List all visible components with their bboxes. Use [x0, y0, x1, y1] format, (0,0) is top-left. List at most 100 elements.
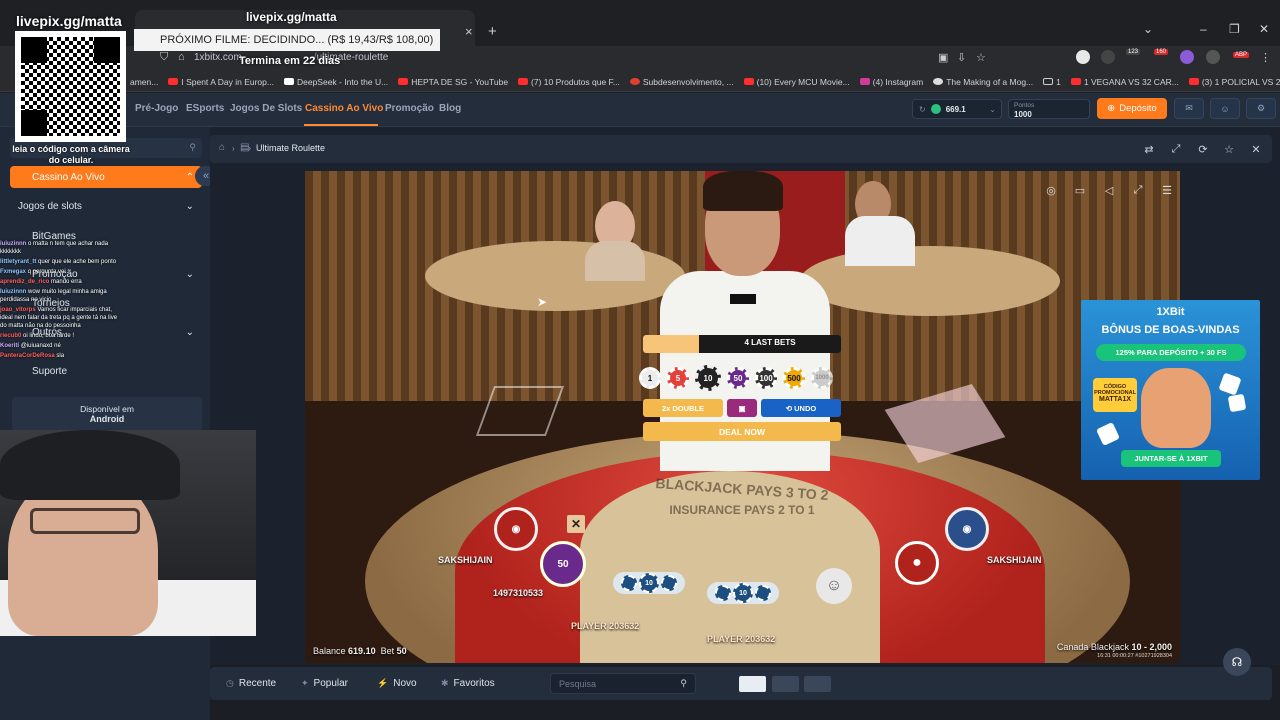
chat-message: PanteraCorDeRosa sla: [0, 353, 65, 359]
fullscreen-icon[interactable]: ⤢: [1129, 181, 1147, 199]
tab-search-icon[interactable]: ⌄: [1143, 22, 1153, 36]
nav-pre-jogo[interactable]: Pré-Jogo: [135, 103, 178, 114]
messages-icon[interactable]: ✉: [1174, 98, 1204, 119]
player-avatar-icon[interactable]: ●: [895, 541, 939, 585]
bookmark[interactable]: DeepSeek - Into the U...: [283, 77, 388, 87]
deal-now-button[interactable]: DEAL NOW: [643, 422, 841, 441]
tab-novo[interactable]: ⚡ Novo: [377, 678, 417, 689]
refresh-icon[interactable]: ↻: [919, 105, 926, 114]
favorite-star-icon[interactable]: ☆: [1220, 140, 1238, 158]
nav-cassino-ao-vivo[interactable]: Cassino Ao Vivo: [305, 103, 383, 114]
nav-active-underline: [304, 124, 378, 126]
empty-seat-icon[interactable]: ☺: [816, 568, 852, 604]
extension-puzzle-icon[interactable]: [1101, 50, 1115, 64]
undo-button[interactable]: ⟲ UNDO: [761, 399, 841, 417]
seat-ring[interactable]: ◉: [945, 507, 989, 551]
chevron-icon: ⌃: [185, 171, 194, 183]
chip-500[interactable]: 500: [783, 367, 805, 389]
game-stream[interactable]: BLACKJACK PAYS 3 TO 2 INSURANCE PAYS 2 T…: [305, 171, 1180, 663]
nav-esports[interactable]: ESports: [186, 103, 224, 114]
view-large-icon[interactable]: [739, 676, 766, 692]
close-game-icon[interactable]: ✕: [1247, 140, 1265, 158]
tab-favoritos[interactable]: ✱ Favoritos: [441, 678, 495, 689]
chip-10[interactable]: 10: [695, 365, 721, 391]
chip-1[interactable]: 1: [639, 367, 661, 389]
bookmark[interactable]: amen...: [130, 77, 158, 87]
settings-icon[interactable]: ⚙: [1246, 98, 1276, 119]
tab-recente[interactable]: ◷ Recente: [226, 678, 276, 689]
restore-icon[interactable]: ❐: [1229, 22, 1240, 36]
clear-bets-icon[interactable]: ▣: [727, 399, 757, 417]
view-medium-icon[interactable]: [772, 676, 799, 692]
close-seat-icon[interactable]: ✕: [567, 515, 585, 533]
android-download[interactable]: Disponível em Android: [12, 397, 202, 431]
support-headset-icon[interactable]: ☊: [1223, 648, 1251, 676]
bookmark[interactable]: 1 VEGANA VS 32 CAR...: [1070, 77, 1179, 87]
bookmark[interactable]: (3) 1 POLICIAL VS 25 E...: [1188, 77, 1280, 87]
youtube-icon: [743, 78, 754, 85]
popular-icon: ✦: [301, 678, 309, 688]
sidebar-item-suporte[interactable]: Suporte: [10, 360, 202, 382]
chip-50[interactable]: 50: [727, 367, 749, 389]
chat-message: riecub0 oi lindo, boa tarde !: [0, 333, 75, 339]
user-icon[interactable]: ☺: [1210, 98, 1240, 119]
bet-actions: 2x DOUBLE ▣ ⟲ UNDO: [643, 399, 841, 417]
screen-share-icon[interactable]: ▣: [938, 51, 948, 64]
extension-badge[interactable]: 160: [1154, 49, 1169, 55]
new-tab-icon[interactable]: +: [488, 23, 497, 40]
tab-popular[interactable]: ✦ Popular: [301, 678, 348, 689]
sidebar-item-cassino-ao-vivo[interactable]: Cassino Ao Vivo ⌃: [10, 166, 202, 188]
ad-join-button[interactable]: JUNTAR-SE À 1XBIT: [1121, 450, 1221, 467]
side-dealer-left-body: [585, 241, 645, 281]
games-search-input[interactable]: Pesquisa ⚲: [550, 673, 696, 694]
promo-banner[interactable]: 1XBit BÔNUS DE BOAS-VINDAS 125% PARA DEP…: [1081, 300, 1260, 480]
extension-icon[interactable]: [1180, 50, 1194, 64]
shield-icon[interactable]: ⛉: [160, 51, 168, 64]
download-icon[interactable]: ⇩: [957, 51, 966, 64]
bookmark[interactable]: HEPTA DE SG - YouTube: [398, 77, 508, 87]
menu-icon[interactable]: ☰: [1158, 181, 1176, 199]
chat-icon[interactable]: ▭: [1071, 181, 1089, 199]
fingerprint-icon[interactable]: ◎: [1042, 181, 1060, 199]
minimize-icon[interactable]: –: [1200, 22, 1207, 36]
chip-5[interactable]: 5: [667, 367, 689, 389]
sidebar-item-jogos-de-slots[interactable]: Jogos de slots ⌄: [10, 195, 202, 217]
chip-100[interactable]: 100: [755, 367, 777, 389]
bookmark[interactable]: (10) Every MCU Movie...: [743, 77, 850, 87]
bookmark[interactable]: (7) 10 Produtos que F...: [518, 77, 620, 87]
seat-ring[interactable]: ◉: [494, 507, 538, 551]
bookmark[interactable]: I Spent A Day in Europ...: [168, 77, 274, 87]
bookmark-folder[interactable]: 1: [1043, 77, 1061, 87]
extension-icon[interactable]: [1206, 50, 1220, 64]
share-icon[interactable]: ⇄: [1140, 140, 1158, 158]
breadcrumb: [210, 135, 1272, 163]
points-selector[interactable]: Pontos 1000: [1008, 99, 1090, 119]
view-small-icon[interactable]: [804, 676, 831, 692]
fullscreen-icon[interactable]: ⤢: [1167, 140, 1185, 158]
nav-promocao[interactable]: Promoção: [385, 103, 434, 114]
extension-badge[interactable]: 123: [1126, 49, 1141, 55]
adblock-icon[interactable]: ABP: [1233, 52, 1250, 58]
bookmark[interactable]: (4) Instagram: [859, 77, 923, 87]
bookmark-star-icon[interactable]: ☆: [976, 51, 986, 64]
lock-icon[interactable]: ⌂: [178, 51, 185, 63]
folder-icon: [1043, 78, 1054, 85]
deposit-button[interactable]: ⊕ Depósito: [1097, 98, 1167, 119]
bookmark[interactable]: The Making of a Mog...: [933, 77, 1033, 87]
nav-blog[interactable]: Blog: [439, 103, 461, 114]
nav-jogos-de-slots[interactable]: Jogos De Slots: [230, 103, 302, 114]
balance-selector[interactable]: ↻ 669.1 ⌄: [912, 99, 1002, 119]
volume-icon[interactable]: ◁: [1100, 181, 1118, 199]
last-bets-button[interactable]: 4 LAST BETS: [643, 335, 841, 353]
bookmark[interactable]: Subdesenvolvimento, ...: [629, 77, 734, 87]
close-tab-icon[interactable]: ×: [465, 24, 473, 39]
back-table-left: [425, 241, 685, 311]
mini-chip: [621, 575, 637, 591]
window-close-icon[interactable]: ✕: [1259, 22, 1269, 36]
home-icon[interactable]: ⌂: [219, 142, 225, 153]
browser-menu-icon[interactable]: ⋮: [1260, 51, 1271, 64]
double-button[interactable]: 2x DOUBLE: [643, 399, 723, 417]
extension-c-icon[interactable]: [1076, 50, 1090, 64]
reload-icon[interactable]: ⟳: [1194, 140, 1212, 158]
chip-1000[interactable]: 1000: [811, 367, 833, 389]
